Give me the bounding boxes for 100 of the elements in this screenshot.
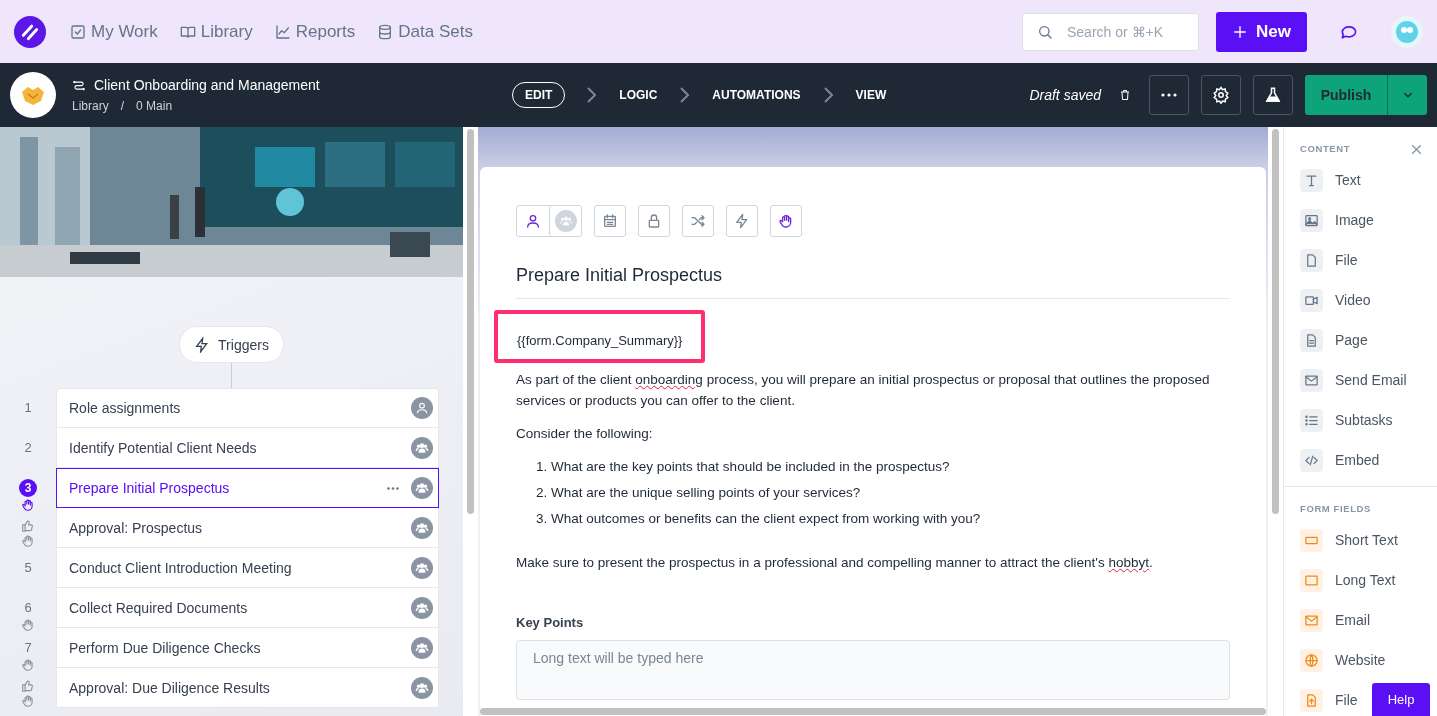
long-text-field[interactable]: Long text will be typed here [516, 640, 1230, 700]
task-item[interactable]: Conduct Client Introduction Meeting [56, 548, 439, 588]
search-icon [1037, 23, 1053, 40]
breadcrumb-item: / [120, 99, 125, 113]
palette-item[interactable]: Text [1300, 160, 1437, 200]
task-item[interactable]: Perform Due Diligence Checks [56, 628, 439, 668]
plus-icon [1232, 23, 1248, 40]
file-icon [1304, 252, 1319, 268]
person-icon [525, 213, 541, 229]
scrollbar-thumb[interactable] [467, 129, 474, 514]
search-input[interactable]: Search or ⌘+K [1065, 22, 1189, 41]
chevron-icon [823, 87, 833, 103]
settings-button[interactable] [1201, 75, 1241, 115]
calendar-icon [602, 213, 618, 229]
hand-button[interactable] [770, 205, 802, 237]
step-number: 6 [24, 599, 32, 617]
lock-button[interactable] [638, 205, 670, 237]
nav-link[interactable]: Reports [274, 21, 356, 42]
task-title: Prepare Initial Prospectus [516, 265, 1230, 299]
lightning-button[interactable] [726, 205, 758, 237]
shuffle-icon [690, 213, 706, 229]
nav-link[interactable]: Library [179, 21, 253, 42]
hand-icon [778, 213, 794, 229]
workflow-icon [72, 78, 86, 92]
step-tab[interactable]: LOGIC [606, 82, 671, 108]
envelope-icon [1304, 372, 1319, 388]
task-item[interactable]: Approval: Prospectus [56, 508, 439, 548]
scrollbar-thumb[interactable] [480, 708, 1266, 715]
step-number: 1 [24, 399, 32, 417]
globe-icon [1304, 652, 1319, 668]
palette-item[interactable]: Short Text [1300, 520, 1437, 560]
chart-icon [274, 23, 291, 40]
palette-item[interactable]: Subtasks [1300, 400, 1437, 440]
group-avatar-icon [554, 210, 577, 232]
palette-item[interactable]: Send Email [1300, 360, 1437, 400]
list-icon [1304, 412, 1319, 428]
flask-icon [1264, 86, 1282, 104]
step-number: 2 [24, 439, 32, 457]
lightning-icon [194, 336, 211, 353]
thumbs-up-icon [21, 519, 35, 533]
field-label: Key Points [516, 615, 585, 630]
save-status: Draft saved [1029, 87, 1101, 103]
section-heading: FORM FIELDS [1300, 503, 1371, 514]
chevron-icon [680, 87, 690, 103]
search-field[interactable]: Search or ⌘+K [1022, 12, 1199, 51]
palette-item[interactable]: Website [1300, 640, 1437, 680]
more-icon [1161, 93, 1177, 97]
calendar-button[interactable] [594, 205, 626, 237]
step-number: 7 [24, 639, 32, 657]
gear-icon [1212, 86, 1230, 104]
textarea-icon [1304, 572, 1319, 588]
checkbox-icon [70, 23, 86, 40]
workflow-title: Client Onboarding and Management [94, 77, 320, 93]
task-item[interactable]: Role assignments [56, 388, 439, 428]
breadcrumb-item: 0 Main [136, 99, 173, 113]
step-number: 5 [24, 559, 32, 577]
palette-item[interactable]: Page [1300, 320, 1437, 360]
lead-text: Consider the following: [516, 425, 654, 443]
triggers-button[interactable]: Triggers [179, 326, 284, 363]
task-item[interactable]: Approval: Due Diligence Results [56, 668, 439, 708]
chevron-icon [587, 87, 597, 103]
lightning-icon [734, 213, 750, 229]
app-logo[interactable] [14, 15, 46, 48]
step-tab[interactable]: AUTOMATIONS [699, 82, 814, 108]
palette-item[interactable]: Email [1300, 600, 1437, 640]
palette-item[interactable]: Image [1300, 200, 1437, 240]
envelope-icon [1304, 612, 1319, 628]
more-icon[interactable] [387, 486, 399, 490]
publish-menu-button[interactable] [1387, 75, 1427, 115]
lock-icon [646, 213, 662, 229]
palette-item[interactable]: File [1300, 240, 1437, 280]
task-item[interactable]: Collect Required Documents [56, 588, 439, 628]
file-upload-icon [1304, 692, 1319, 708]
palette-item[interactable]: Embed [1300, 440, 1437, 480]
shuffle-button[interactable] [682, 205, 714, 237]
section-heading: CONTENT [1300, 143, 1351, 154]
thumbs-up-icon [21, 679, 35, 693]
document-icon [1304, 332, 1319, 348]
list-item: 2. What are the unique selling points of your services? [535, 484, 862, 502]
more-button[interactable] [1149, 75, 1189, 115]
step-number: 3 [19, 479, 37, 497]
scrollbar-thumb[interactable] [1272, 129, 1279, 514]
database-icon [377, 23, 394, 40]
flask-button[interactable] [1253, 75, 1293, 115]
palette-item[interactable]: Long Text [1300, 560, 1437, 600]
publish-button[interactable]: Publish [1305, 75, 1387, 115]
list-item: 3. What outcomes or benefits can the client expect from working with you? [535, 510, 982, 528]
task-item[interactable]: Prepare Initial Prospectus [56, 468, 439, 508]
text-icon [1304, 172, 1319, 188]
intro-paragraph: As part of the client onboarding process, you will prepare an initial prospectus or proposal that outlines the proposed services or products you can offer to the client. [516, 371, 1211, 410]
step-tab[interactable]: VIEW [842, 82, 900, 108]
new-button[interactable]: New [1216, 11, 1307, 52]
task-item[interactable]: Identify Potential Client Needs [56, 428, 439, 468]
nav-link[interactable]: Data Sets [377, 21, 473, 42]
breadcrumb-item: Library [72, 99, 109, 113]
palette-item[interactable]: Video [1300, 280, 1437, 320]
variable-field[interactable]: {{form.Company_Summary}} [494, 310, 706, 363]
help-button[interactable]: Help [1372, 683, 1430, 716]
nav-link[interactable]: My Work [70, 21, 158, 42]
closing-paragraph: Make sure to present the prospectus in a professional and compelling manner to attract the client's hobbyt. [516, 554, 1154, 572]
